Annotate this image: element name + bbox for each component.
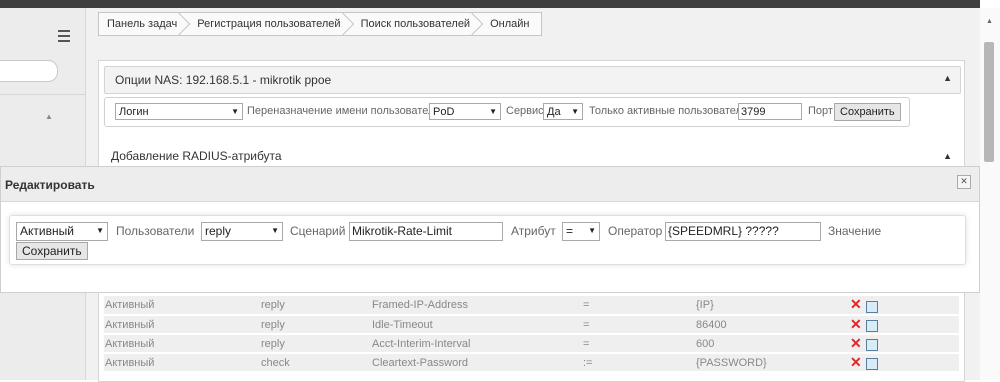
status-select[interactable]: Активный ▼ — [16, 222, 108, 241]
row-actions: ✕ — [849, 315, 959, 335]
collapse-up-icon[interactable]: ▲ — [943, 151, 952, 161]
dropdown-arrow-icon: ▼ — [231, 107, 239, 116]
dropdown-arrow-icon: ▼ — [489, 107, 497, 116]
radius-attributes-table: Активный reply Framed-IP-Address = {IP} … — [104, 296, 959, 373]
dropdown-arrow-icon: ▼ — [96, 226, 104, 235]
sidebar-search-input[interactable] — [0, 60, 58, 82]
cell-operator: = — [582, 315, 695, 335]
save-button[interactable]: Сохранить — [834, 103, 901, 121]
collapse-up-icon[interactable]: ▲ — [943, 73, 952, 83]
users-label: Пользователи — [116, 224, 195, 238]
table-row: Активный reply Framed-IP-Address = {IP} … — [104, 296, 959, 316]
edit-icon[interactable] — [865, 320, 878, 333]
breadcrumb-item-registration[interactable]: Регистрация пользователей — [189, 13, 352, 35]
hamburger-menu-icon[interactable] — [58, 30, 70, 42]
dialog-header[interactable]: Редактировать ✕ — [1, 167, 979, 202]
breadcrumb: Панель задач Регистрация пользователей П… — [98, 12, 543, 36]
table-row: Активный check Cleartext-Password := {PA… — [104, 353, 959, 373]
sidebar-collapse-arrow-icon[interactable]: ▲ — [45, 112, 53, 121]
cell-attribute: Framed-IP-Address — [371, 296, 582, 316]
yes-select[interactable]: Да ▼ — [543, 103, 583, 120]
close-icon[interactable]: ✕ — [957, 175, 971, 189]
cell-attribute: Idle-Timeout — [371, 315, 582, 335]
top-bar — [0, 0, 980, 8]
attribute-select[interactable]: = ▼ — [562, 222, 600, 241]
operator-label: Оператор — [608, 224, 663, 238]
cell-status: Активный — [104, 296, 260, 316]
radius-section-title: Добавление RADIUS-атрибута — [111, 149, 282, 163]
dialog-save-button[interactable]: Сохранить — [16, 242, 88, 260]
scrollbar-thumb[interactable] — [984, 42, 994, 162]
active-users-input[interactable]: 3799 — [738, 103, 802, 120]
cell-type: reply — [260, 296, 371, 316]
nas-options-title: Опции NAS: 192.168.5.1 - mikrotik ppoe — [115, 73, 332, 87]
attribute-label: Атрибут — [511, 224, 556, 238]
cell-status: Активный — [104, 315, 260, 335]
breadcrumb-item-search[interactable]: Поиск пользователей — [353, 13, 483, 35]
delete-icon[interactable]: ✕ — [850, 316, 862, 332]
scenario-label: Сценарий — [290, 224, 346, 238]
delete-icon[interactable]: ✕ — [850, 296, 862, 312]
pod-select[interactable]: PoD ▼ — [429, 103, 501, 120]
cell-type: reply — [260, 334, 371, 354]
filter-bar: Логин ▼ Переназначение имени пользователя… — [104, 97, 910, 127]
edit-icon[interactable] — [865, 300, 878, 313]
cell-status: Активный — [104, 353, 260, 373]
table-row: Активный reply Acct-Interim-Interval = 6… — [104, 334, 959, 354]
service-label: Сервис — [506, 105, 544, 117]
nas-options-header[interactable]: Опции NAS: 192.168.5.1 - mikrotik ppoe ▲ — [104, 66, 961, 94]
row-actions: ✕ — [849, 334, 959, 354]
dropdown-arrow-icon: ▼ — [271, 226, 279, 235]
row-actions: ✕ — [849, 353, 959, 373]
delete-icon[interactable]: ✕ — [850, 335, 862, 351]
edit-dialog: Редактировать ✕ Активный ▼ Пользователи r… — [0, 166, 980, 293]
table-row: Активный reply Idle-Timeout = 86400 ✕ — [104, 315, 959, 335]
cell-value: {IP} — [695, 296, 849, 316]
edit-icon[interactable] — [865, 358, 878, 371]
only-active-label: Только активные пользователи — [589, 105, 749, 117]
cell-type: check — [260, 353, 371, 373]
dropdown-arrow-icon: ▼ — [588, 226, 596, 235]
scrollbar[interactable]: ▲ — [979, 8, 1000, 380]
sidebar-divider — [0, 94, 85, 95]
scroll-up-arrow-icon[interactable]: ▲ — [986, 18, 993, 25]
cell-attribute: Cleartext-Password — [371, 353, 582, 373]
dropdown-arrow-icon: ▼ — [571, 107, 579, 116]
port-label: Порт — [808, 105, 833, 117]
value-label: Значение — [828, 224, 882, 238]
cell-value: {PASSWORD} — [695, 353, 849, 373]
breadcrumb-item-online[interactable]: Онлайн — [482, 13, 541, 35]
cell-operator: = — [582, 296, 695, 316]
users-select[interactable]: reply ▼ — [201, 222, 283, 241]
login-select[interactable]: Логин ▼ — [115, 103, 243, 120]
reassign-label: Переназначение имени пользователя — [247, 105, 441, 117]
dialog-title: Редактировать — [5, 178, 95, 192]
cell-value: 86400 — [695, 315, 849, 335]
operator-input[interactable]: {SPEEDMRL} ????? — [665, 222, 821, 241]
dialog-form: Активный ▼ Пользователи reply ▼ Сценарий M… — [9, 215, 966, 265]
cell-operator: = — [582, 334, 695, 354]
cell-operator: := — [582, 353, 695, 373]
edit-icon[interactable] — [865, 339, 878, 352]
breadcrumb-item-dashboard[interactable]: Панель задач — [99, 13, 189, 35]
scenario-input[interactable]: Mikrotik-Rate-Limit — [349, 222, 503, 241]
cell-attribute: Acct-Interim-Interval — [371, 334, 582, 354]
cell-value: 600 — [695, 334, 849, 354]
cell-type: reply — [260, 315, 371, 335]
delete-icon[interactable]: ✕ — [850, 354, 862, 370]
cell-status: Активный — [104, 334, 260, 354]
row-actions: ✕ — [849, 296, 959, 316]
